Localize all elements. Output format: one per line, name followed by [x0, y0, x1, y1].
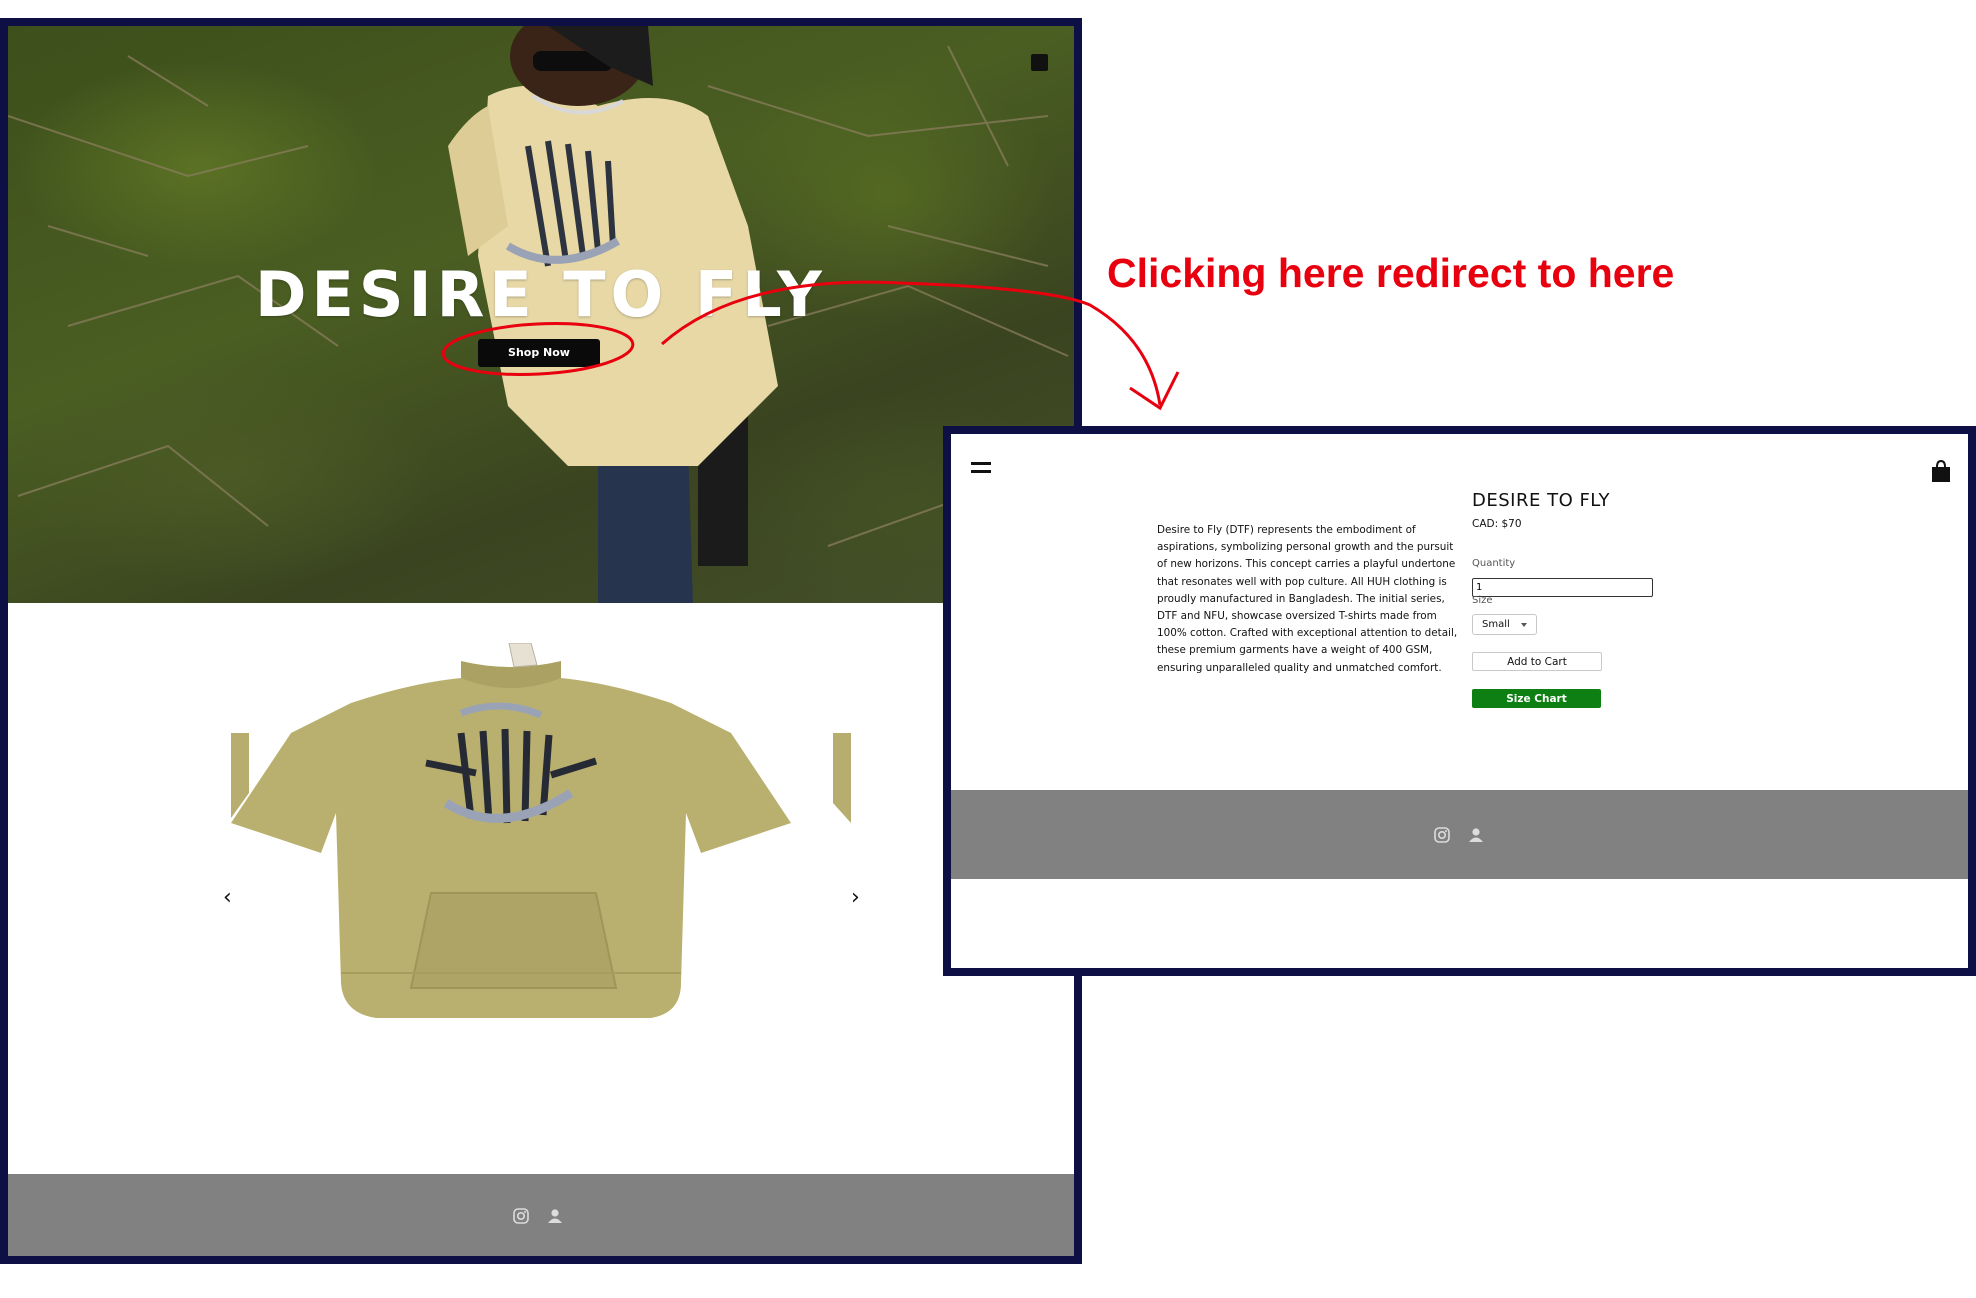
user-icon[interactable] [548, 1209, 562, 1223]
product-carousel: ‹ › [8, 603, 1074, 1174]
hero-banner: DESIRE TO FLY Shop Now [8, 26, 1074, 603]
quantity-label: Quantity [1472, 558, 1516, 569]
size-chart-button[interactable]: Size Chart [1472, 689, 1601, 708]
site-footer [951, 790, 1968, 879]
instagram-icon[interactable] [513, 1208, 529, 1224]
product-title: DESIRE TO FLY [1472, 490, 1610, 511]
site-footer [8, 1174, 1074, 1256]
model-photo [448, 26, 778, 603]
shop-now-button[interactable]: Shop Now [478, 339, 600, 367]
product-description: Desire to Fly (DTF) represents the embod… [1157, 524, 1458, 674]
instagram-icon[interactable] [1434, 827, 1450, 843]
shopping-bag-icon[interactable] [1931, 460, 1951, 483]
user-icon[interactable] [1469, 828, 1483, 842]
size-select-value: Small [1482, 619, 1510, 630]
product-page-screenshot: Desire to Fly (DTF) represents the embod… [943, 426, 1976, 976]
size-label: Size [1472, 595, 1493, 606]
product-image [231, 643, 851, 1018]
product-price: CAD: $70 [1472, 518, 1522, 530]
homepage-screenshot: DESIRE TO FLY Shop Now ‹ › [0, 18, 1082, 1264]
shopping-bag-icon[interactable] [1031, 54, 1048, 71]
quantity-input[interactable] [1472, 578, 1653, 597]
chevron-right-icon[interactable]: › [851, 887, 860, 909]
menu-icon[interactable] [971, 462, 991, 474]
add-to-cart-button[interactable]: Add to Cart [1472, 652, 1602, 671]
annotation-text: Clicking here redirect to here [1107, 250, 1675, 296]
caret-down-icon [1521, 623, 1527, 627]
size-select[interactable]: Small [1472, 614, 1537, 635]
